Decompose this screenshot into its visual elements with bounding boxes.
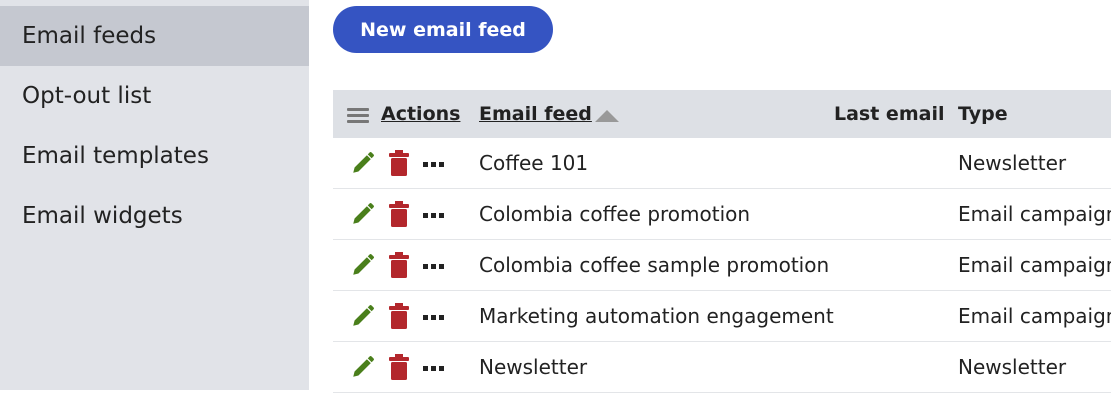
table-row[interactable]: Marketing automation engagement Email cam… [333,291,1111,342]
email-feed-type: Newsletter [958,355,1067,379]
more-dots-icon[interactable] [423,162,447,168]
column-header-type[interactable]: Type [958,90,1008,138]
email-feed-type: Newsletter [958,151,1067,175]
table-row[interactable]: Coffee 101 Newsletter [333,138,1111,189]
email-feed-name[interactable]: Marketing automation engagement [479,291,834,341]
grid-body: Coffee 101 Newsletter Colombia coffee prom… [333,138,1111,393]
more-dots-icon[interactable] [423,315,447,321]
table-row[interactable]: Newsletter Newsletter [333,342,1111,393]
trash-icon[interactable] [389,303,409,329]
sidebar: Email feeds Opt-out list Email templates… [0,0,309,390]
email-feed-name[interactable]: Newsletter [479,342,587,392]
pencil-icon[interactable] [350,252,376,278]
pencil-icon[interactable] [350,303,376,329]
sidebar-item-email-feeds[interactable]: Email feeds [0,6,309,66]
new-email-feed-button[interactable]: New email feed [333,6,553,53]
more-dots-icon[interactable] [423,264,447,270]
email-feeds-grid: Actions Email feed Last email Type Coffe… [333,90,1111,393]
sidebar-item-opt-out-list[interactable]: Opt-out list [0,66,309,126]
pencil-icon[interactable] [350,201,376,227]
email-feed-name[interactable]: Colombia coffee promotion [479,189,750,239]
table-row[interactable]: Colombia coffee promotion Email campaign [333,189,1111,240]
main-content: New email feed Actions Email feed Last e… [309,0,1111,393]
grid-header: Actions Email feed Last email Type [333,90,1111,138]
email-feed-name[interactable]: Colombia coffee sample promotion [479,240,829,290]
email-feed-type: Email campaign [958,253,1111,277]
sidebar-item-email-templates[interactable]: Email templates [0,126,309,186]
email-feed-type: Email campaign [958,202,1111,226]
email-feed-name[interactable]: Coffee 101 [479,138,588,188]
trash-icon[interactable] [389,150,409,176]
email-feed-type: Email campaign [958,304,1111,328]
pencil-icon[interactable] [350,150,376,176]
trash-icon[interactable] [389,252,409,278]
trash-icon[interactable] [389,354,409,380]
pencil-icon[interactable] [350,354,376,380]
more-dots-icon[interactable] [423,213,447,219]
more-dots-icon[interactable] [423,366,447,372]
menu-icon[interactable] [347,108,369,123]
column-header-actions[interactable]: Actions [381,90,460,138]
column-header-last-email[interactable]: Last email [834,90,944,138]
sidebar-item-email-widgets[interactable]: Email widgets [0,186,309,246]
column-header-email-feed[interactable]: Email feed [479,90,592,138]
sort-ascending-icon [595,110,619,122]
trash-icon[interactable] [389,201,409,227]
table-row[interactable]: Colombia coffee sample promotion Email ca… [333,240,1111,291]
